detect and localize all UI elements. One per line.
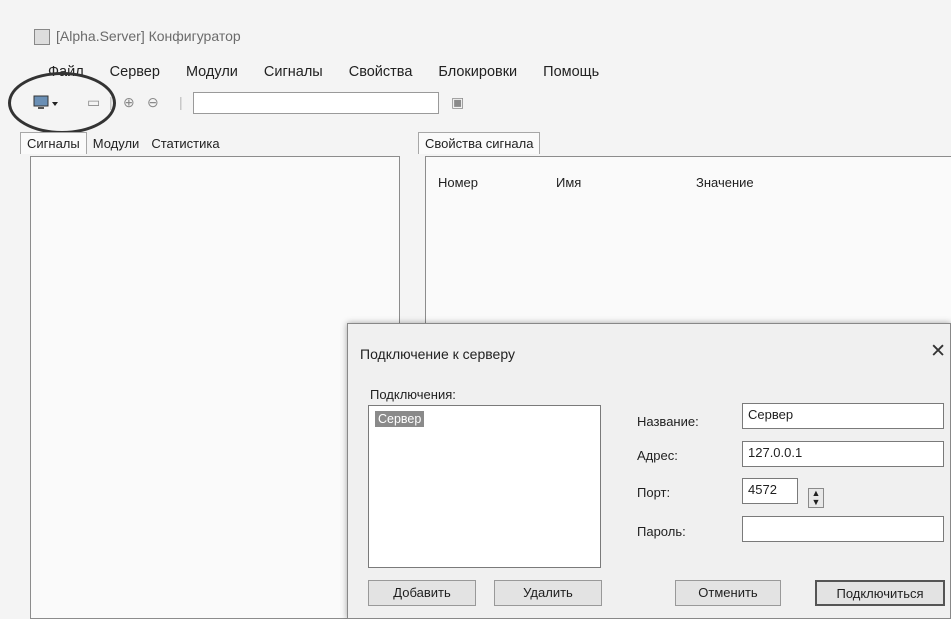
save-icon[interactable]: ▣ [451,94,464,111]
tab-signal-properties[interactable]: Свойства сигнала [418,132,541,154]
menu-help[interactable]: Помощь [543,64,599,80]
column-header-value[interactable]: Значение [696,175,754,190]
menu-server[interactable]: Сервер [110,64,160,80]
port-field[interactable]: 4572 [742,478,798,504]
connections-list[interactable]: Сервер [368,405,601,568]
menu-modules[interactable]: Модули [186,64,238,80]
port-label: Порт: [637,485,671,500]
password-label: Пароль: [637,524,686,539]
tab-signals[interactable]: Сигналы [20,132,87,154]
lock-icon[interactable]: ⊖ [147,94,159,111]
password-field[interactable] [742,516,944,542]
app-icon [34,29,50,45]
connect-dialog: Подключение к серверу ✕ Подключения: Сер… [347,323,951,619]
address-label: Адрес: [637,448,678,463]
signals-tree-panel[interactable] [30,156,400,619]
connections-label: Подключения: [370,387,456,402]
connect-button[interactable]: Подключиться [815,580,945,606]
separator-icon: | [179,94,183,110]
column-header-number[interactable]: Номер [438,175,478,190]
name-field[interactable]: Сервер [742,403,944,429]
cancel-button[interactable]: Отменить [675,580,781,606]
toolbar: ▭ | ⊕ ⊖ | ▣ [25,90,951,120]
highlight-circle [8,72,116,134]
menu-locks[interactable]: Блокировки [438,64,517,80]
left-tab-bar: Сигналы Модули Статистика [20,130,226,154]
delete-button[interactable]: Удалить [494,580,602,606]
tab-statistics[interactable]: Статистика [145,133,225,154]
add-button[interactable]: Добавить [368,580,476,606]
port-spinner-icon[interactable]: ▲ ▼ [808,488,824,508]
name-label: Название: [637,414,699,429]
column-header-name[interactable]: Имя [556,175,581,190]
list-item[interactable]: Сервер [375,411,425,427]
toolbar-search-input[interactable] [193,92,439,114]
window-title: [Alpha.Server] Конфигуратор [56,28,241,44]
lock-open-icon[interactable]: ⊕ [123,94,135,111]
menu-bar: Файл Сервер Модули Сигналы Свойства Блок… [28,58,599,86]
menu-signals[interactable]: Сигналы [264,64,323,80]
address-field[interactable]: 127.0.0.1 [742,441,944,467]
menu-properties[interactable]: Свойства [349,64,413,80]
title-bar: [Alpha.Server] Конфигуратор [28,24,928,50]
tab-modules[interactable]: Модули [87,133,146,154]
close-icon[interactable]: ✕ [930,340,946,363]
dialog-title: Подключение к серверу [360,346,515,362]
